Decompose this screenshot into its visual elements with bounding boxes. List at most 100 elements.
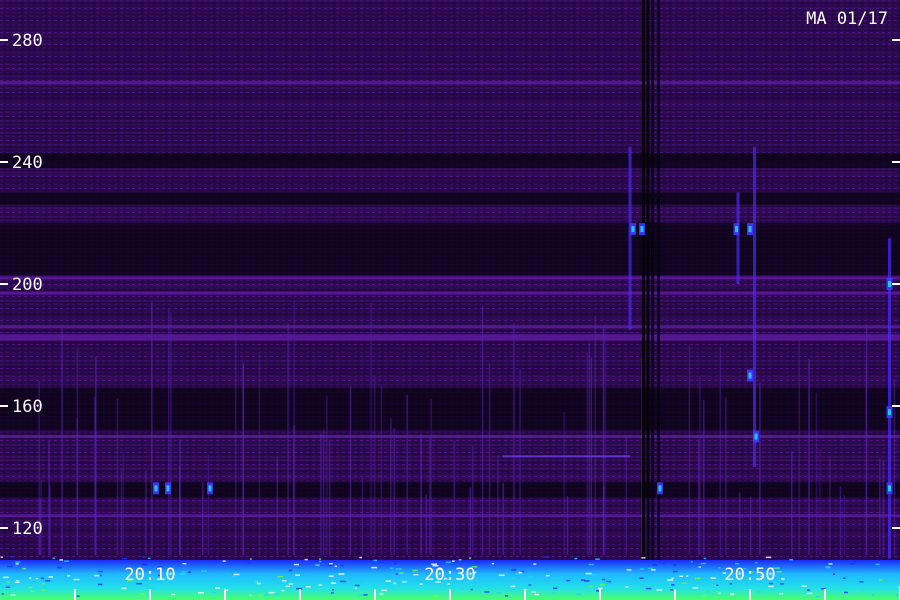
dark-vertical [646, 0, 650, 600]
noise-speck [474, 561, 481, 564]
noise-speck [543, 556, 550, 558]
faint-streak [586, 352, 588, 555]
faint-streak [759, 382, 761, 555]
signal-core [631, 226, 635, 233]
noise-speck [595, 558, 600, 560]
noise-speck [458, 559, 462, 561]
texture-row [0, 378, 900, 380]
noise-speck [29, 590, 35, 593]
noise-speck [781, 578, 785, 580]
signal-core [208, 485, 212, 492]
x-minor-tick [449, 589, 451, 600]
faint-streak [719, 346, 722, 555]
noise-speck [828, 563, 833, 565]
noise-speck [76, 595, 80, 597]
noise-speck [379, 593, 384, 595]
faint-streak [488, 363, 491, 555]
texture-row [0, 552, 900, 554]
texture-row [0, 351, 900, 353]
y-tick-left [0, 161, 8, 163]
noise-speck [182, 570, 187, 573]
texture-row [0, 99, 900, 101]
texture-row [0, 504, 900, 506]
texture-row [0, 432, 900, 434]
faint-streak [207, 454, 210, 555]
texture-row [0, 297, 900, 299]
dark-vertical [657, 0, 660, 600]
texture-row [0, 66, 900, 68]
noise-speck [268, 591, 275, 594]
noise-speck [6, 581, 10, 583]
noise-speck [319, 558, 322, 560]
faint-streak [566, 496, 569, 555]
faint-streak [120, 468, 123, 555]
noise-speck [757, 591, 762, 593]
signal-core [166, 485, 170, 492]
texture-row [0, 138, 900, 140]
texture-row [0, 522, 900, 524]
texture-row [0, 321, 900, 323]
noise-speck [179, 573, 186, 576]
signal-core [754, 433, 758, 440]
faint-streak [328, 439, 331, 555]
texture-row [0, 288, 900, 290]
noise-speck [639, 568, 645, 570]
noise-speck [859, 581, 864, 583]
texture-row [0, 21, 900, 23]
texture-row [0, 312, 900, 314]
texture-row [0, 363, 900, 365]
noise-speck [334, 565, 337, 568]
texture-row [0, 27, 900, 29]
faint-streak [242, 362, 245, 555]
faint-streak [882, 460, 885, 555]
x-minor-tick [149, 589, 151, 600]
texture-row [0, 51, 900, 53]
texture-row [0, 498, 900, 500]
noise-speck [460, 587, 465, 590]
faint-streak [179, 439, 181, 555]
bright-line [0, 334, 900, 338]
texture-row [0, 69, 900, 71]
noise-speck [256, 582, 261, 585]
faint-streak [469, 487, 472, 555]
texture-row [0, 84, 900, 86]
noise-speck [698, 566, 701, 568]
noise-speck [510, 585, 516, 588]
noise-speck [511, 569, 517, 571]
faint-streak [699, 375, 701, 555]
noise-speck [651, 569, 656, 571]
faint-streak [235, 318, 237, 555]
texture-row [0, 282, 900, 284]
dark-vertical [642, 0, 645, 600]
faint-streak [429, 437, 431, 555]
noise-speck [0, 556, 3, 558]
faint-streak [879, 458, 881, 555]
texture-row [0, 123, 900, 125]
noise-speck [398, 572, 404, 574]
noise-speck [625, 586, 629, 588]
texture-row [0, 30, 900, 32]
noise-speck [5, 586, 11, 588]
noise-speck [588, 585, 593, 588]
faint-streak [116, 398, 119, 555]
noise-speck [273, 593, 279, 595]
noise-speck [515, 573, 522, 575]
faint-streak [725, 396, 727, 555]
texture-row [0, 105, 900, 107]
texture-row [0, 42, 900, 44]
texture-row [0, 510, 900, 512]
noise-speck [419, 583, 423, 585]
noise-speck [626, 569, 632, 571]
noise-speck [318, 560, 322, 563]
faint-streak [739, 492, 741, 555]
noise-speck [188, 571, 191, 573]
noise-speck [373, 559, 378, 562]
texture-row [0, 126, 900, 128]
bright-line [0, 514, 900, 518]
texture-row [0, 480, 900, 482]
noise-speck [780, 583, 784, 585]
y-tick-right [892, 527, 900, 529]
noise-speck [670, 588, 674, 591]
noise-speck [512, 577, 515, 579]
noise-speck [332, 588, 335, 591]
